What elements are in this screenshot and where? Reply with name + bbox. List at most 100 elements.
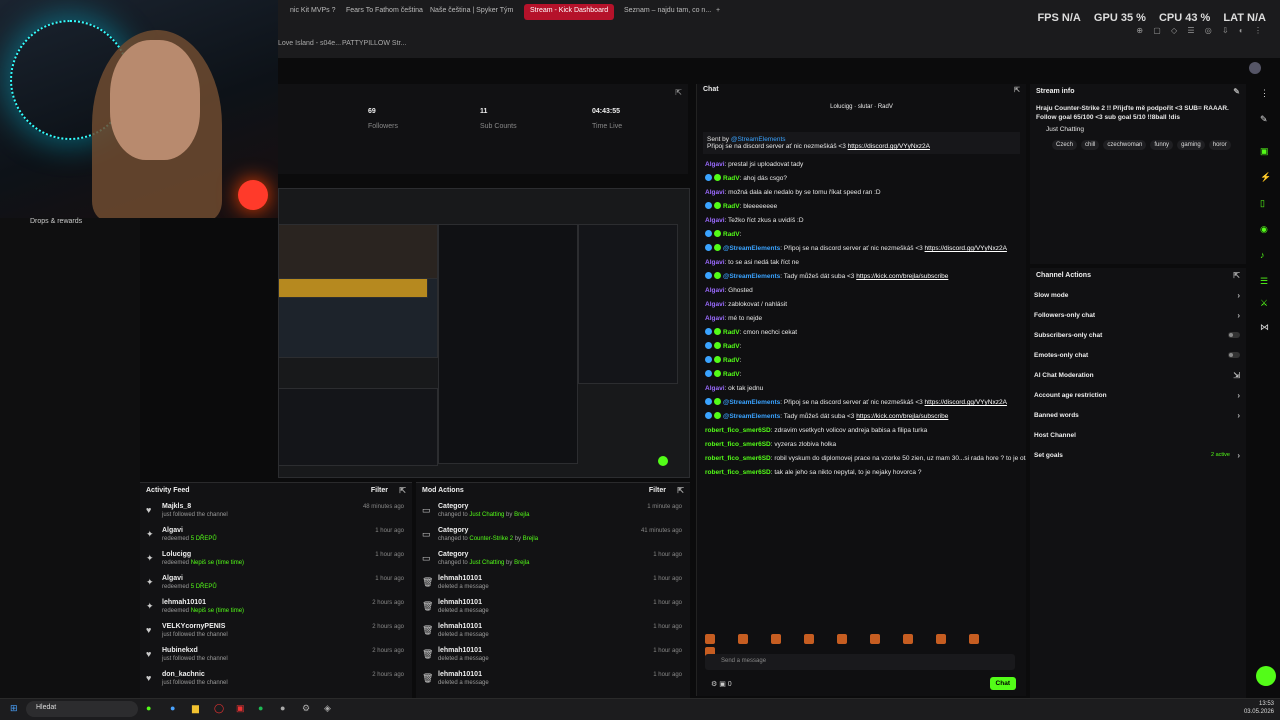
pencil-icon[interactable]: ✎ bbox=[1260, 114, 1268, 125]
obs-icon[interactable]: ▣ bbox=[236, 703, 245, 714]
opera-icon[interactable]: ◯ bbox=[214, 703, 224, 714]
extension-icons[interactable]: ⊕ ▢ ◇ ☰ ◎ ⇩ ◐ ⋮ bbox=[1136, 26, 1266, 35]
chat-message[interactable]: @StreamElements: Tady můžeš dát suba <3 … bbox=[697, 270, 1026, 284]
channel-action[interactable]: Banned words › bbox=[1030, 406, 1246, 426]
chat-username[interactable]: RadV bbox=[723, 231, 740, 238]
channel-action[interactable]: AI Chat Moderation ⇲ bbox=[1030, 366, 1246, 386]
chat-message[interactable]: RadV: bleeeeeeee bbox=[697, 200, 1026, 214]
chat-username[interactable]: Algavi bbox=[705, 385, 725, 392]
mod-filter-button[interactable]: Filter bbox=[649, 487, 666, 494]
chat-message[interactable]: robert_fico_smer6SD: robil vyskum do dip… bbox=[697, 452, 1026, 466]
pinned-message[interactable]: Sent by @StreamElements Připoj se na dis… bbox=[703, 132, 1020, 154]
chat-message[interactable]: Algavi: ok tak jednu bbox=[697, 382, 1026, 396]
mod-action-row[interactable]: 🗑 lehmah10101 deleted a message 1 hour ago bbox=[416, 597, 690, 621]
toggle-switch[interactable] bbox=[1228, 332, 1240, 338]
chat-username[interactable]: Algavi bbox=[705, 315, 725, 322]
channel-action[interactable]: Set goals 2 active › bbox=[1030, 446, 1246, 466]
chat-username[interactable]: RadV bbox=[723, 343, 740, 350]
popout-icon[interactable]: ⇱ bbox=[1233, 271, 1240, 280]
bolt-icon[interactable]: ⚡ bbox=[1260, 172, 1271, 183]
folder-icon[interactable]: ▆ bbox=[192, 703, 199, 714]
chat-message[interactable]: RadV: bbox=[697, 354, 1026, 368]
kick-logo-icon[interactable] bbox=[1256, 666, 1276, 686]
activity-row[interactable]: ♥ VELKYcornyPENIS just followed the channe… bbox=[140, 621, 412, 645]
stream-tag[interactable]: Czech bbox=[1052, 140, 1078, 150]
popout-icon[interactable]: ⇱ bbox=[399, 486, 406, 495]
chat-icon[interactable]: ◉ bbox=[1260, 224, 1268, 235]
stream-tag[interactable]: funny bbox=[1150, 140, 1174, 150]
channel-action[interactable]: Followers-only chat › bbox=[1030, 306, 1246, 326]
stream-tag[interactable]: chill bbox=[1081, 140, 1100, 150]
chat-message[interactable]: robert_fico_smer6SD: tak ale jeho sa nik… bbox=[697, 466, 1026, 480]
stream-preview[interactable] bbox=[278, 188, 690, 478]
chat-username[interactable]: robert_fico_smer6SD bbox=[705, 427, 771, 434]
steam-icon[interactable]: ◈ bbox=[324, 703, 331, 714]
chat-username[interactable]: Algavi bbox=[705, 189, 725, 196]
activity-row[interactable]: ♥ don_kachnic just followed the channel 2 h… bbox=[140, 669, 412, 693]
send-chat-button[interactable]: Chat bbox=[989, 677, 1016, 690]
chat-message[interactable]: Algavi: zablokovat / nahlásit bbox=[697, 298, 1026, 312]
discord-icon[interactable]: ● bbox=[280, 703, 285, 713]
chat-message[interactable]: RadV: cmon nechci cekat bbox=[697, 326, 1026, 340]
activity-row[interactable]: ♥ Majkls_8 just followed the channel 48 min… bbox=[140, 501, 412, 525]
mod-action-row[interactable]: 🗑 lehmah10101 deleted a message 1 hour ago bbox=[416, 573, 690, 597]
chat-username[interactable]: RadV bbox=[723, 357, 740, 364]
mod-action-row[interactable]: 🗑 lehmah10101 deleted a message 1 hour ago bbox=[416, 645, 690, 669]
chat-username[interactable]: RadV bbox=[723, 371, 740, 378]
chat-message[interactable]: Algavi: Težko říct zkus a uvidíš :D bbox=[697, 214, 1026, 228]
app-icon[interactable]: ⚙ bbox=[302, 703, 310, 714]
chat-message[interactable]: RadV: bbox=[697, 228, 1026, 242]
toggle-switch[interactable] bbox=[1228, 352, 1240, 358]
taskbar-search[interactable]: Hledat bbox=[26, 701, 138, 717]
channel-action[interactable]: Slow mode › bbox=[1030, 286, 1246, 306]
chat-username[interactable]: Algavi bbox=[705, 287, 725, 294]
channel-action[interactable]: Account age restriction › bbox=[1030, 386, 1246, 406]
chat-message[interactable]: robert_fico_smer6SD: zdravim vsetkych vo… bbox=[697, 424, 1026, 438]
bookmark-0[interactable]: Love Island - s04e... bbox=[278, 40, 341, 47]
tab-kick-dashboard[interactable]: Stream - Kick Dashboard bbox=[524, 4, 615, 20]
mod-action-row[interactable]: ▭ Category changed to Counter-Strike 2 by … bbox=[416, 525, 690, 549]
channel-action[interactable]: Emotes-only chat bbox=[1030, 346, 1246, 366]
sidebar-drops[interactable]: Drops & rewards bbox=[30, 218, 82, 225]
chat-message[interactable]: Algavi: Ghosted bbox=[697, 284, 1026, 298]
chat-username[interactable]: @StreamElements bbox=[723, 413, 780, 420]
tab-1[interactable]: Fears To Fathom čeština bbox=[340, 4, 429, 20]
activity-row[interactable]: ✦ Algavi redeemed 5 DŘEPŮ 1 hour ago bbox=[140, 573, 412, 597]
screen-icon[interactable]: ▣ bbox=[1260, 146, 1269, 157]
chat-username[interactable]: RadV bbox=[723, 203, 740, 210]
mod-action-row[interactable]: ▭ Category changed to Just Chatting by Bre… bbox=[416, 501, 690, 525]
music-icon[interactable]: ♪ bbox=[1260, 250, 1265, 260]
chat-input[interactable]: Send a message bbox=[705, 654, 1015, 670]
chat-username[interactable]: RadV bbox=[723, 175, 740, 182]
stream-tag[interactable]: czechwoman bbox=[1103, 140, 1147, 150]
channel-action[interactable]: Subscribers-only chat bbox=[1030, 326, 1246, 346]
chat-username[interactable]: robert_fico_smer6SD bbox=[705, 441, 771, 448]
chat-message[interactable]: @StreamElements: Tady můžeš dát suba <3 … bbox=[697, 410, 1026, 424]
stream-tag[interactable]: horor bbox=[1208, 140, 1231, 150]
share-icon[interactable]: ⋈ bbox=[1260, 322, 1269, 333]
chat-message[interactable]: Algavi: mé to nejde bbox=[697, 312, 1026, 326]
stream-category[interactable]: Just Chatting bbox=[1030, 124, 1246, 135]
edit-icon[interactable]: ✎ bbox=[1233, 87, 1240, 96]
chat-username[interactable]: @StreamElements bbox=[723, 273, 780, 280]
mod-action-row[interactable]: ▭ Category changed to Just Chatting by Bre… bbox=[416, 549, 690, 573]
chat-username[interactable]: robert_fico_smer6SD bbox=[705, 469, 771, 476]
stream-tag[interactable]: gaming bbox=[1177, 140, 1205, 150]
spotify-icon[interactable]: ● bbox=[258, 703, 263, 713]
tab-2[interactable]: Naše čeština | Spyker Tým bbox=[424, 4, 519, 20]
phone-icon[interactable]: ▯ bbox=[1260, 198, 1265, 209]
mod-action-row[interactable]: 🗑 lehmah10101 deleted a message 1 hour ago bbox=[416, 621, 690, 645]
chat-message[interactable]: RadV: bbox=[697, 340, 1026, 354]
taskbar-clock[interactable]: 13:53 03.05.2026 bbox=[1244, 700, 1274, 716]
chat-username[interactable]: Algavi bbox=[705, 217, 725, 224]
popout-icon[interactable]: ⇱ bbox=[675, 88, 682, 97]
chat-settings-icon[interactable]: ⚙ ▣ 0 bbox=[711, 680, 732, 688]
activity-filter-button[interactable]: Filter bbox=[371, 487, 388, 494]
xbox-icon[interactable]: ● bbox=[146, 703, 151, 713]
chat-message[interactable]: Algavi: možná dala ale nedalo by se tomu… bbox=[697, 186, 1026, 200]
chat-username[interactable]: @StreamElements bbox=[723, 245, 780, 252]
chat-link[interactable]: https://discord.gg/VYyNxz2A bbox=[925, 399, 1007, 406]
activity-row[interactable]: ✦ Algavi redeemed 5 DŘEPŮ 1 hour ago bbox=[140, 525, 412, 549]
chat-username[interactable]: robert_fico_smer6SD bbox=[705, 455, 771, 462]
tab-0[interactable]: nic Kit MVPs ? bbox=[284, 4, 342, 20]
